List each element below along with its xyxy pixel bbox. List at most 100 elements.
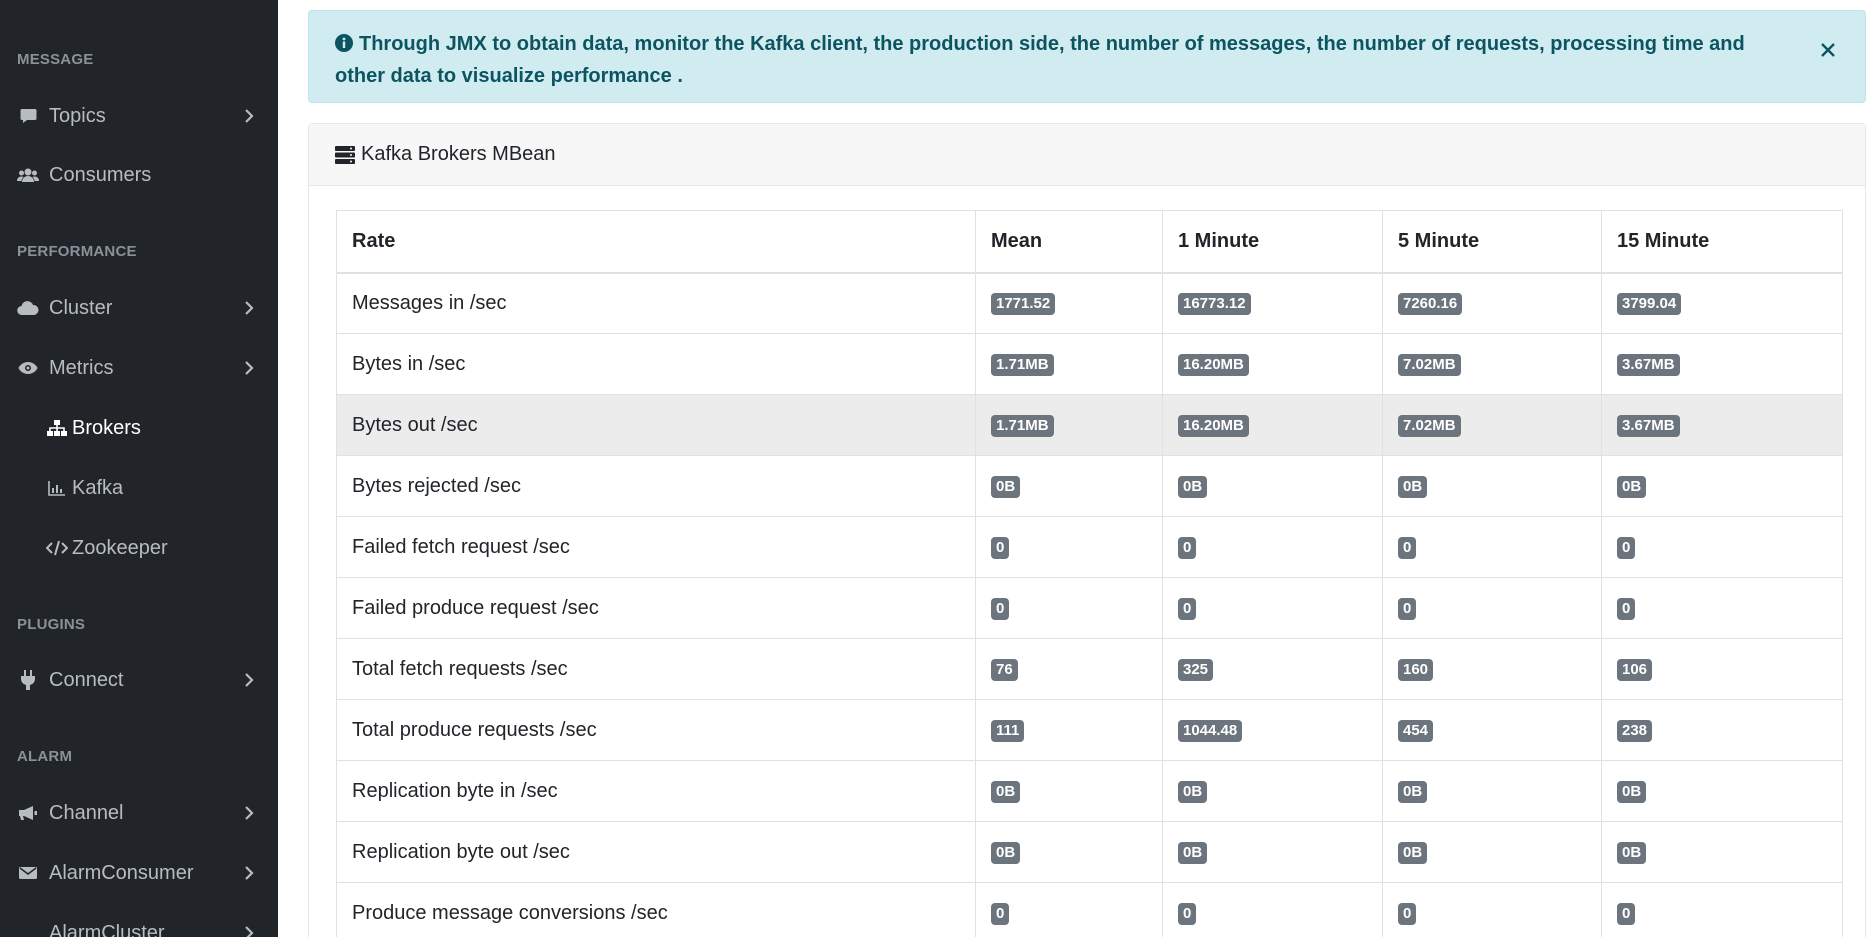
value-cell: 0 [1382, 577, 1602, 639]
cloud-icon [17, 297, 39, 319]
server-icon [335, 145, 355, 164]
table-row: Messages in /sec 1771.52 16773.12 7260.16 37… [336, 272, 1843, 334]
value-cell: 0 [1162, 882, 1383, 937]
value-cell: 111 [975, 699, 1163, 761]
info-circle-icon [335, 31, 353, 61]
sidebar-item-label: Brokers [72, 416, 141, 439]
value-badge: 1.71MB [991, 415, 1054, 437]
sidebar-heading-plugins: PLUGINS [17, 616, 86, 633]
header-mean: Mean [975, 210, 1163, 274]
value-badge: 7.02MB [1398, 354, 1461, 376]
sidebar-heading-performance: PERFORMANCE [17, 243, 137, 260]
value-badge: 0 [1617, 537, 1636, 559]
value-cell: 1044.48 [1162, 699, 1383, 761]
sidebar-item-channel[interactable]: Channel [0, 788, 278, 838]
value-badge: 3799.04 [1617, 293, 1682, 316]
value-cell: 0B [1601, 455, 1843, 517]
value-cell: 7.02MB [1382, 394, 1602, 456]
value-cell: 0 [975, 516, 1163, 578]
value-cell: 0 [1601, 882, 1843, 937]
plug-icon [17, 669, 39, 691]
sidebar-item-consumers[interactable]: Consumers [0, 150, 278, 200]
value-cell: 1.71MB [975, 333, 1163, 395]
value-cell: 238 [1601, 699, 1843, 761]
value-cell: 0 [1601, 577, 1843, 639]
value-badge: 0B [1178, 842, 1208, 864]
sidebar-item-connect[interactable]: Connect [0, 655, 278, 705]
close-icon[interactable] [1817, 39, 1839, 61]
table-row: Replication byte out /sec 0B 0B 0B 0B [336, 821, 1843, 883]
card-header: Kafka Brokers MBean [309, 124, 1865, 186]
sidebar-item-topics[interactable]: Topics [0, 91, 278, 141]
table-row: Produce message conversions /sec 0 0 0 0 [336, 882, 1843, 937]
table-row: Bytes in /sec 1.71MB 16.20MB 7.02MB 3.67MB [336, 333, 1843, 395]
value-badge: 0 [991, 598, 1010, 620]
value-badge: 16.20MB [1178, 415, 1249, 437]
table-row: Replication byte in /sec 0B 0B 0B 0B [336, 760, 1843, 822]
sidebar-item-zookeeper[interactable]: Zookeeper [0, 523, 278, 573]
value-badge: 16773.12 [1178, 293, 1251, 316]
value-badge: 7.02MB [1398, 415, 1461, 437]
sidebar-item-brokers[interactable]: Brokers [0, 403, 278, 453]
chevron-right-icon [240, 299, 258, 317]
value-cell: 3.67MB [1601, 333, 1843, 395]
sidebar-heading-message: MESSAGE [17, 51, 94, 68]
value-cell: 0B [1382, 760, 1602, 822]
value-badge: 0B [1617, 842, 1647, 864]
sidebar-item-alarm-cluster[interactable]: AlarmCluster [0, 908, 278, 937]
table-row: Failed produce request /sec 0 0 0 0 [336, 577, 1843, 639]
sidebar-item-cluster[interactable]: Cluster [0, 283, 278, 333]
value-badge: 0 [1617, 903, 1636, 925]
alarm-cluster-icon [17, 922, 39, 937]
header-15-minute: 15 Minute [1601, 210, 1843, 274]
value-cell: 0B [1162, 760, 1383, 822]
sidebar-item-label: Consumers [49, 163, 152, 186]
value-cell: 0B [1382, 455, 1602, 517]
value-badge: 0 [1398, 903, 1417, 925]
value-cell: 106 [1601, 638, 1843, 700]
rate-label: Bytes out /sec [336, 394, 976, 456]
users-icon [17, 164, 39, 186]
rate-label: Bytes rejected /sec [336, 455, 976, 517]
value-badge: 16.20MB [1178, 354, 1249, 376]
comment-icon [17, 105, 39, 127]
brokers-mbean-card: Kafka Brokers MBean Rate Mean 1 Minute 5… [308, 123, 1866, 937]
header-1-minute: 1 Minute [1162, 210, 1383, 274]
sidebar-item-kafka[interactable]: Kafka [0, 463, 278, 513]
rate-label: Bytes in /sec [336, 333, 976, 395]
value-cell: 0B [1162, 455, 1383, 517]
sidebar-item-metrics[interactable]: Metrics [0, 343, 278, 393]
value-cell: 0B [975, 455, 1163, 517]
sidebar-item-label: Connect [49, 668, 124, 691]
value-badge: 0B [1178, 781, 1208, 803]
header-5-minute: 5 Minute [1382, 210, 1602, 274]
value-cell: 16773.12 [1162, 272, 1383, 334]
sidebar-item-label: Metrics [49, 356, 114, 379]
chevron-right-icon [240, 924, 258, 937]
value-cell: 16.20MB [1162, 394, 1383, 456]
value-badge: 454 [1398, 720, 1434, 742]
value-badge: 0 [1178, 903, 1197, 925]
value-cell: 0B [1382, 821, 1602, 883]
value-badge: 0 [991, 903, 1010, 925]
value-cell: 0 [1162, 577, 1383, 639]
sidebar-item-label: Cluster [49, 296, 113, 319]
value-cell: 0B [1601, 760, 1843, 822]
value-badge: 1771.52 [991, 293, 1056, 316]
value-badge: 0 [991, 537, 1010, 559]
value-cell: 1.71MB [975, 394, 1163, 456]
rate-label: Total produce requests /sec [336, 699, 976, 761]
value-badge: 3.67MB [1617, 354, 1680, 376]
sidebar-heading-alarm: ALARM [17, 748, 73, 765]
value-badge: 76 [991, 659, 1018, 681]
sidebar-item-label: AlarmConsumer [49, 861, 194, 884]
value-cell: 7260.16 [1382, 272, 1602, 334]
value-badge: 0B [1617, 781, 1647, 803]
envelope-icon [17, 862, 39, 884]
sidebar-item-alarm-consumer[interactable]: AlarmConsumer [0, 848, 278, 898]
value-cell: 3799.04 [1601, 272, 1843, 334]
sidebar-item-label: Channel [49, 801, 124, 824]
value-badge: 0B [1398, 476, 1428, 498]
chevron-right-icon [240, 671, 258, 689]
value-badge: 106 [1617, 659, 1653, 681]
